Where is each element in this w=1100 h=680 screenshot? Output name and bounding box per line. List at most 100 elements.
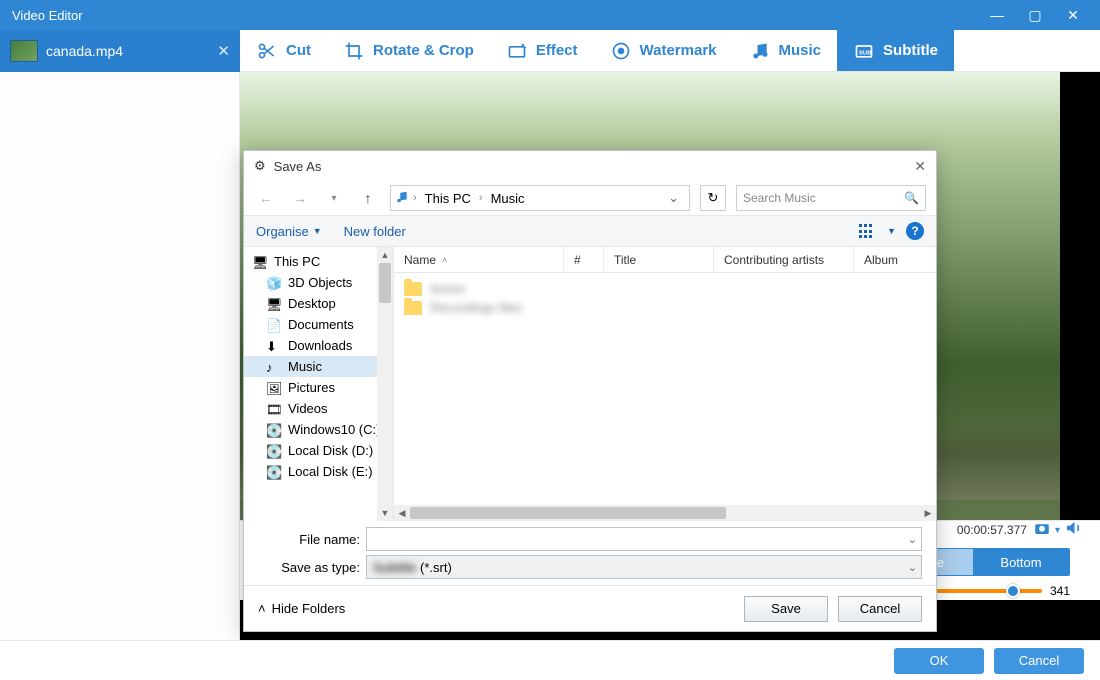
- dialog-save-button[interactable]: Save: [744, 596, 828, 622]
- editor-footer: OK Cancel: [0, 640, 1100, 680]
- file-name-label: File name:: [258, 532, 366, 547]
- save-as-dialog: ⚙ Save As ✕ ← → ▾ ↑ › This PC › Music ⌄ …: [243, 150, 937, 632]
- title-bar: Video Editor — ▢ ✕: [0, 0, 1100, 30]
- hscroll-thumb[interactable]: [410, 507, 726, 519]
- dialog-title: Save As: [274, 159, 322, 174]
- snapshot-chevron-icon[interactable]: ▾: [1055, 525, 1060, 536]
- hide-folders-button[interactable]: ˄ Hide Folders: [258, 601, 345, 616]
- file-tab[interactable]: canada.mp4 ✕: [0, 30, 240, 72]
- new-folder-button[interactable]: New folder: [344, 224, 406, 239]
- videos-icon: 🎞: [266, 402, 282, 416]
- col-number[interactable]: #: [564, 247, 604, 272]
- view-options-icon[interactable]: [859, 224, 877, 238]
- save-type-label: Save as type:: [258, 560, 366, 575]
- file-name-combo[interactable]: ⌄: [366, 527, 922, 551]
- chevron-up-icon: ˄: [258, 601, 266, 616]
- scroll-thumb[interactable]: [379, 263, 391, 303]
- search-icon: 🔍: [904, 191, 919, 205]
- position-bottom[interactable]: Bottom: [973, 549, 1069, 575]
- volume-icon[interactable]: [1064, 519, 1082, 542]
- nav-drive-e[interactable]: 💽Local Disk (E:): [244, 461, 393, 482]
- list-item[interactable]: Itunes: [404, 279, 926, 298]
- snapshot-icon[interactable]: [1033, 519, 1051, 542]
- tool-effect[interactable]: Effect: [490, 30, 594, 71]
- scissors-icon: [256, 40, 278, 62]
- tool-watermark[interactable]: Watermark: [594, 30, 733, 71]
- editor-toolbar: Cut Rotate & Crop Effect Watermark Music…: [240, 30, 1100, 72]
- watermark-icon: [610, 40, 632, 62]
- help-icon[interactable]: ?: [906, 222, 924, 240]
- tool-rotate-crop[interactable]: Rotate & Crop: [327, 30, 490, 71]
- cancel-button[interactable]: Cancel: [994, 648, 1084, 674]
- address-dropdown-icon[interactable]: ⌄: [662, 190, 685, 206]
- dialog-close-icon[interactable]: ✕: [914, 158, 926, 175]
- music-folder-icon: ♪: [266, 360, 282, 374]
- drive-icon: 💽: [266, 423, 282, 437]
- folder-icon: [404, 301, 422, 315]
- col-album[interactable]: Album: [854, 247, 936, 272]
- file-sidebar: [0, 72, 240, 640]
- nav-desktop[interactable]: 🖥Desktop: [244, 293, 393, 314]
- maximize-button[interactable]: ▢: [1016, 0, 1054, 30]
- organise-button[interactable]: Organise ▼: [256, 224, 322, 239]
- nav-music[interactable]: ♪Music: [244, 356, 393, 377]
- list-item[interactable]: Recordings files: [404, 298, 926, 317]
- save-type-dropdown-icon[interactable]: ⌄: [908, 561, 917, 574]
- file-list: Itunes Recordings files: [394, 273, 936, 505]
- crop-icon: [343, 40, 365, 62]
- nav-tree-scrollbar[interactable]: ▲ ▼: [377, 247, 393, 521]
- address-bar[interactable]: › This PC › Music ⌄: [390, 185, 690, 211]
- dialog-cancel-button[interactable]: Cancel: [838, 596, 922, 622]
- nav-forward-icon: →: [288, 186, 312, 210]
- video-timeline: 00:00:57.377 ▾: [945, 515, 1094, 545]
- drive-icon: 💽: [266, 444, 282, 458]
- effect-icon: [506, 40, 528, 62]
- download-icon: ⬇: [266, 339, 282, 353]
- search-placeholder: Search Music: [743, 191, 816, 205]
- nav-downloads[interactable]: ⬇Downloads: [244, 335, 393, 356]
- folder-icon: [404, 282, 422, 296]
- nav-3d-objects[interactable]: 🧊3D Objects: [244, 272, 393, 293]
- nav-drive-c[interactable]: 💽Windows10 (C:): [244, 419, 393, 440]
- dialog-app-icon: ⚙: [254, 158, 266, 174]
- minimize-button[interactable]: —: [978, 0, 1016, 30]
- nav-documents[interactable]: 📄Documents: [244, 314, 393, 335]
- tool-cut[interactable]: Cut: [240, 30, 327, 71]
- col-artists[interactable]: Contributing artists: [714, 247, 854, 272]
- breadcrumb-current[interactable]: Music: [487, 191, 529, 206]
- time-label: 00:00:57.377: [957, 523, 1027, 537]
- nav-videos[interactable]: 🎞Videos: [244, 398, 393, 419]
- breadcrumb-root[interactable]: This PC: [421, 191, 475, 206]
- view-chevron-icon[interactable]: ▼: [887, 226, 896, 236]
- nav-drive-d[interactable]: 💽Local Disk (D:): [244, 440, 393, 461]
- file-tab-close-icon[interactable]: ✕: [217, 42, 230, 60]
- file-list-hscroll[interactable]: ◀ ▶: [394, 505, 936, 521]
- scroll-up-icon[interactable]: ▲: [377, 247, 393, 263]
- desktop-icon: 🖥: [266, 297, 282, 311]
- slider-thumb[interactable]: [1006, 584, 1020, 598]
- hscroll-right-icon[interactable]: ▶: [920, 508, 936, 519]
- subtitle-icon: SUB: [853, 40, 875, 62]
- hscroll-left-icon[interactable]: ◀: [394, 508, 410, 519]
- document-icon: 📄: [266, 318, 282, 332]
- nav-pictures[interactable]: 🖼Pictures: [244, 377, 393, 398]
- monitor-icon: 🖥: [252, 255, 268, 269]
- slider-max: 341: [1050, 584, 1070, 598]
- col-name[interactable]: Name˄: [394, 247, 564, 272]
- scroll-down-icon[interactable]: ▼: [377, 505, 393, 521]
- nav-history-icon[interactable]: ▾: [322, 186, 346, 210]
- pictures-icon: 🖼: [266, 381, 282, 395]
- save-type-combo[interactable]: Subtitle (*.srt) ⌄: [366, 555, 922, 579]
- search-input[interactable]: Search Music 🔍: [736, 185, 926, 211]
- close-button[interactable]: ✕: [1054, 0, 1092, 30]
- nav-this-pc[interactable]: 🖥This PC: [244, 251, 393, 272]
- col-title[interactable]: Title: [604, 247, 714, 272]
- tool-music[interactable]: Music: [733, 30, 838, 71]
- ok-button[interactable]: OK: [894, 648, 984, 674]
- refresh-button[interactable]: ↻: [700, 185, 726, 211]
- file-name-dropdown-icon[interactable]: ⌄: [908, 533, 917, 546]
- nav-back-icon[interactable]: ←: [254, 186, 278, 210]
- nav-up-icon[interactable]: ↑: [356, 186, 380, 210]
- music-icon: [749, 40, 771, 62]
- tool-subtitle[interactable]: SUB Subtitle: [837, 30, 954, 71]
